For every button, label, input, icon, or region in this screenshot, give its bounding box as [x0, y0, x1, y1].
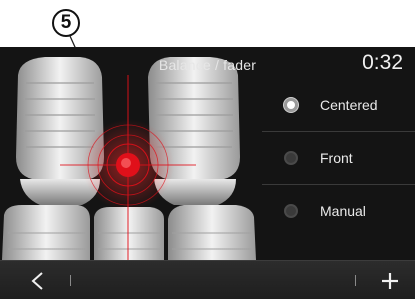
option-label: Manual [320, 203, 366, 219]
divider [355, 275, 356, 286]
seat-balance-view[interactable] [0, 47, 258, 260]
radio-unselected-icon[interactable] [284, 151, 298, 165]
option-label: Front [320, 150, 353, 166]
infotainment-screen: Balance / fader 0:32 Centered Front Manu… [0, 47, 415, 299]
option-centered[interactable]: Centered [262, 79, 415, 132]
screen-title: Balance / fader [158, 57, 257, 73]
plus-icon [382, 273, 398, 289]
bottom-toolbar [0, 260, 415, 299]
option-front[interactable]: Front [262, 132, 415, 185]
chevron-left-icon [31, 272, 43, 290]
callout-marker: 5 [52, 9, 80, 37]
balance-options-list: Centered Front Manual [262, 79, 415, 237]
add-button[interactable] [375, 267, 405, 295]
option-manual[interactable]: Manual [262, 185, 415, 237]
option-label: Centered [320, 97, 378, 113]
radio-unselected-icon[interactable] [284, 204, 298, 218]
clock: 0:32 [362, 51, 403, 74]
radio-selected-icon[interactable] [284, 98, 298, 112]
rear-bench [2, 205, 256, 260]
divider [70, 275, 71, 286]
back-button[interactable] [24, 267, 54, 295]
